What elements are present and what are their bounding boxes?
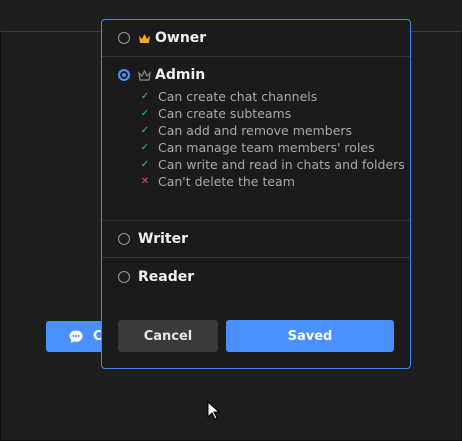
role-option-writer[interactable]: Writer [102, 221, 410, 258]
owner-radio[interactable] [118, 32, 130, 44]
permission-text: Can create chat channels [158, 89, 318, 104]
crown-outline-icon [138, 69, 152, 81]
permission-item: ✓ Can create subteams [140, 105, 410, 122]
permission-text: Can add and remove members [158, 123, 353, 138]
dialog-actions: Cancel Saved [118, 320, 394, 352]
crown-icon [138, 32, 152, 44]
role-option-reader[interactable]: Reader [102, 258, 410, 295]
check-icon: ✓ [140, 142, 150, 153]
permission-item: ✓ Can manage team members' roles [140, 139, 410, 156]
mouse-cursor-icon [207, 401, 221, 420]
save-button[interactable]: Saved [226, 320, 394, 352]
check-icon: ✓ [140, 125, 150, 136]
writer-radio[interactable] [118, 233, 130, 245]
permission-text: Can't delete the team [158, 174, 295, 189]
check-icon: ✓ [140, 159, 150, 170]
chat-icon [69, 330, 83, 343]
permission-text: Can create subteams [158, 106, 292, 121]
role-picker-dialog: Owner Admin ✓ Can create chat channels ✓… [101, 19, 411, 369]
admin-radio[interactable] [118, 69, 130, 81]
role-label-owner: Owner [155, 30, 207, 46]
role-label-admin: Admin [155, 67, 206, 83]
permission-item: ✓ Can write and read in chats and folder… [140, 156, 410, 173]
permission-item: ✓ Can create chat channels [140, 88, 410, 105]
check-icon: ✓ [140, 91, 150, 102]
reader-radio[interactable] [118, 270, 130, 283]
permission-item: ✕ Can't delete the team [140, 173, 410, 190]
admin-permission-list: ✓ Can create chat channels ✓ Can create … [118, 88, 410, 190]
permission-item: ✓ Can add and remove members [140, 122, 410, 139]
cancel-button[interactable]: Cancel [118, 320, 218, 352]
role-label-writer: Writer [138, 231, 188, 247]
role-option-admin[interactable]: Admin ✓ Can create chat channels ✓ Can c… [102, 57, 410, 221]
cross-icon: ✕ [140, 176, 150, 187]
check-icon: ✓ [140, 108, 150, 119]
role-option-owner[interactable]: Owner [102, 20, 410, 57]
permission-text: Can write and read in chats and folders [158, 157, 405, 172]
role-label-reader: Reader [138, 268, 195, 285]
permission-text: Can manage team members' roles [158, 140, 375, 155]
